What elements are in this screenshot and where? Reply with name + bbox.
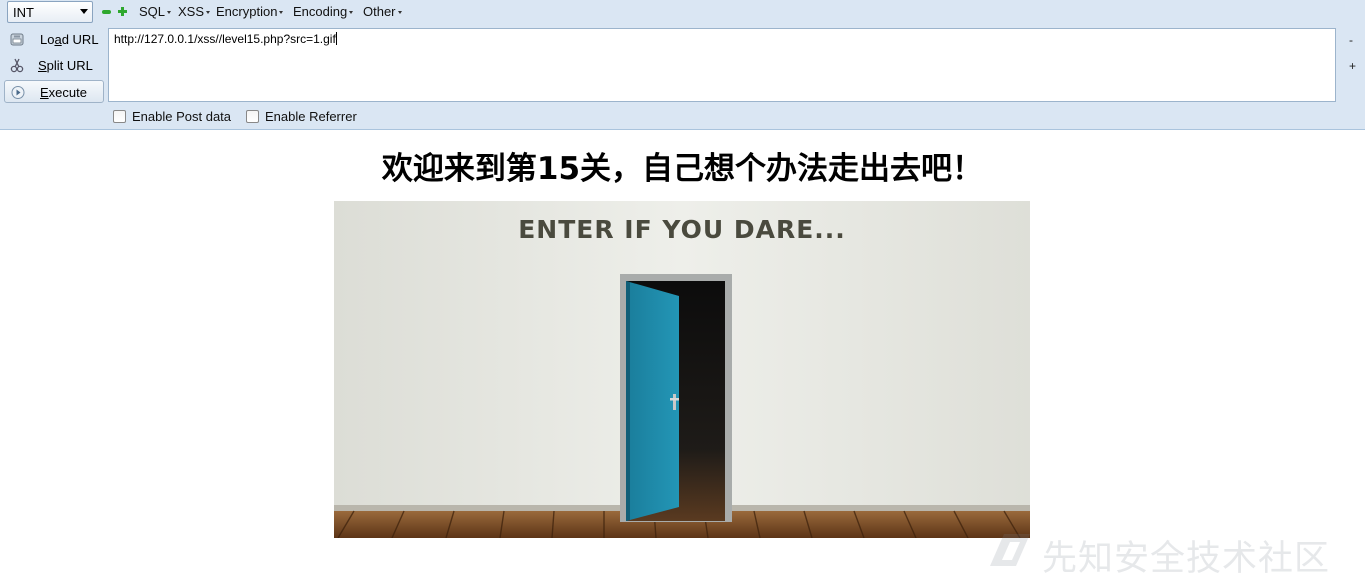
sql-type-select-value: INT [13, 5, 34, 20]
decrease-icon[interactable] [102, 10, 111, 14]
hackbar-toolbar: INT SQL XSS Encryption Encoding Other Lo… [0, 0, 1365, 130]
load-url-label: Load URL [40, 32, 99, 47]
caret-down-icon [349, 11, 354, 15]
caret-down-icon [397, 11, 402, 15]
checkbox-square[interactable] [246, 110, 259, 123]
enable-post-data-label: Enable Post data [132, 109, 232, 124]
caret-down-icon [279, 11, 284, 15]
expand-button[interactable]: + [1349, 59, 1356, 73]
url-text: http://127.0.0.1/xss//level15.php?src=1.… [114, 32, 336, 46]
load-url-icon [10, 33, 24, 46]
menu-sql-label: SQL [139, 4, 166, 19]
play-icon [11, 86, 25, 99]
text-cursor [335, 32, 337, 45]
url-textarea[interactable]: http://127.0.0.1/xss//level15.php?src=1.… [108, 28, 1336, 102]
menu-xss-label: XSS [178, 4, 205, 19]
watermark: 先知安全技术社区 [988, 528, 1358, 577]
split-url-label-suffix: plit URL [46, 58, 93, 73]
image-caption: ENTER IF YOU DARE... [518, 215, 846, 244]
menu-encryption[interactable]: Encryption [216, 4, 284, 19]
door-illustration: ENTER IF YOU DARE... [334, 201, 1030, 538]
caret-down-icon [167, 11, 172, 15]
hackbar-menu-row: INT SQL XSS Encryption Encoding Other [0, 0, 1365, 24]
menu-other[interactable]: Other [363, 4, 402, 19]
caret-down-icon [206, 11, 211, 15]
chevron-down-icon [80, 9, 88, 14]
menu-xss[interactable]: XSS [178, 4, 211, 19]
menu-other-label: Other [363, 4, 396, 19]
watermark-text: 先知安全技术社区 [1042, 539, 1331, 577]
load-url-button[interactable]: Load URL [4, 28, 104, 51]
split-url-label: Split URL [38, 58, 93, 73]
load-url-label-prefix: Lo [40, 32, 55, 47]
execute-label-mnemonic: E [40, 85, 49, 100]
checkbox-square[interactable] [113, 110, 126, 123]
menu-encryption-label: Encryption [216, 4, 278, 19]
execute-button[interactable]: Execute [4, 80, 104, 103]
menu-encoding-label: Encoding [293, 4, 348, 19]
sql-type-select[interactable]: INT [7, 1, 93, 23]
menu-sql[interactable]: SQL [139, 4, 172, 19]
watermark-logo-icon [990, 534, 1030, 566]
load-url-label-suffix: d URL [61, 32, 99, 47]
increase-icon[interactable] [118, 7, 127, 16]
execute-label: Execute [40, 85, 87, 100]
enable-referrer-label: Enable Referrer [265, 109, 357, 124]
page-heading: 欢迎来到第15关，自己想个办法走出去吧！ [381, 151, 984, 187]
load-url-label-mnemonic: a [54, 32, 62, 47]
split-url-label-mnemonic: S [38, 58, 47, 73]
shrink-button[interactable]: - [1349, 33, 1353, 47]
scissors-icon [10, 58, 24, 73]
door-image: ENTER IF YOU DARE... [334, 201, 1030, 538]
menu-encoding[interactable]: Encoding [293, 4, 354, 19]
split-url-button[interactable]: Split URL [4, 54, 104, 77]
execute-label-suffix: xecute [48, 85, 87, 100]
